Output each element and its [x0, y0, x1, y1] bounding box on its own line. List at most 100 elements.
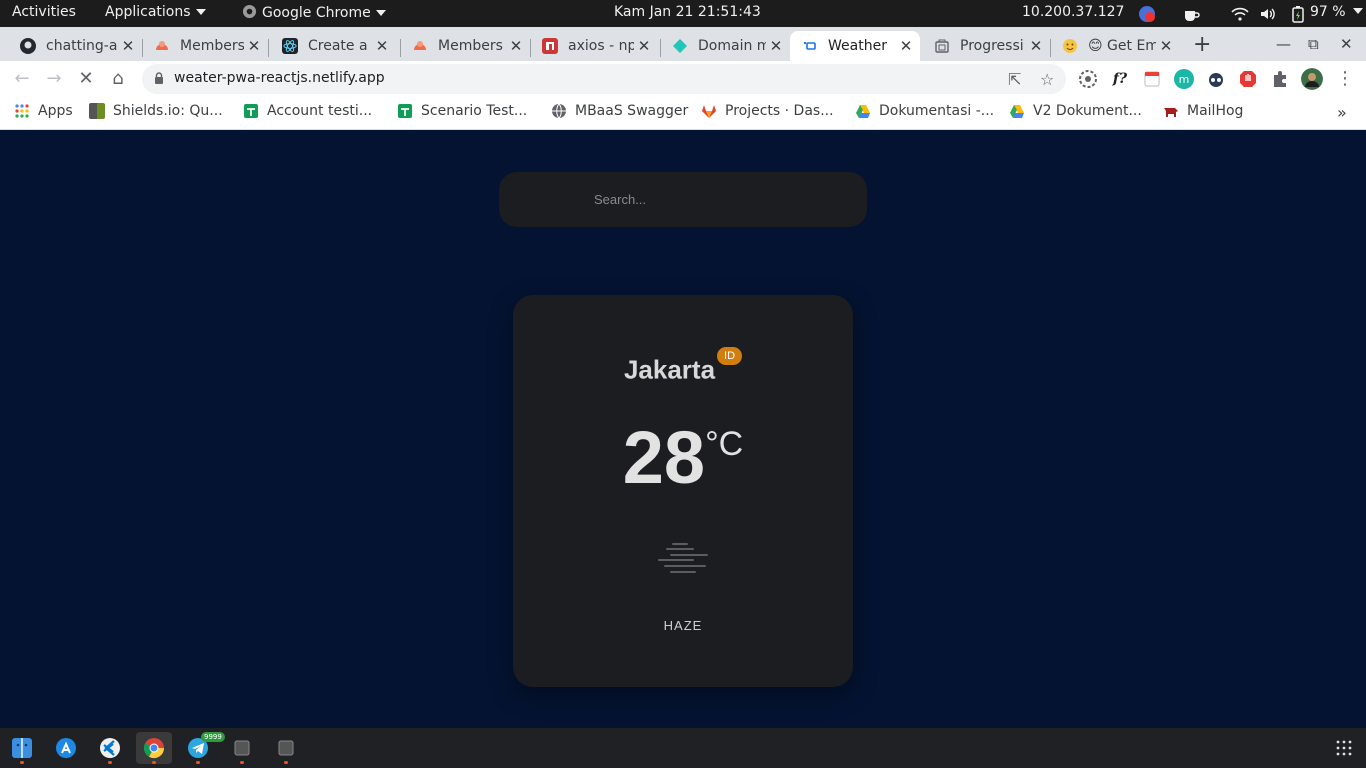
- battery-icon[interactable]: [1289, 5, 1307, 23]
- bookmark-label: MBaaS Swagger: [575, 103, 689, 119]
- ip-address-indicator[interactable]: 10.200.37.127: [1022, 4, 1124, 20]
- members-icon: [412, 38, 428, 54]
- mailhog-icon: [1164, 108, 1178, 117]
- bookmark-label: Account testi...: [267, 103, 373, 119]
- app-store-icon: [56, 738, 76, 758]
- close-icon[interactable]: ✕: [1026, 37, 1046, 55]
- chrome-app[interactable]: [136, 732, 172, 764]
- bookmarks-overflow-chevron-icon[interactable]: »: [1337, 103, 1347, 122]
- stop-loading-button[interactable]: ✕: [75, 68, 97, 90]
- caffeine-icon[interactable]: [1182, 5, 1200, 23]
- close-icon[interactable]: ✕: [1156, 37, 1176, 55]
- volume-icon[interactable]: [1259, 5, 1277, 23]
- close-icon[interactable]: ✕: [372, 37, 392, 55]
- drive-icon: [1010, 105, 1024, 118]
- wifi-icon[interactable]: [1231, 5, 1249, 23]
- forward-button[interactable]: →: [43, 68, 65, 90]
- address-bar[interactable]: weater-pwa-reactjs.netlify.app ⇱ ☆: [142, 64, 1066, 94]
- unread-count-badge: 9999: [201, 732, 225, 742]
- files-app[interactable]: [4, 732, 40, 764]
- spy-extension-icon[interactable]: [1206, 69, 1226, 89]
- tab-members-2[interactable]: Members ✕: [400, 31, 530, 61]
- close-icon[interactable]: ✕: [896, 37, 916, 55]
- sheets-icon: [398, 104, 412, 118]
- applications-label: Applications: [105, 4, 191, 20]
- globe-icon: [552, 103, 566, 119]
- activities-button[interactable]: Activities: [12, 4, 76, 20]
- settings-extension-icon[interactable]: [1078, 69, 1098, 89]
- tab-label: Create a N: [308, 38, 372, 54]
- close-icon[interactable]: ✕: [634, 37, 654, 55]
- open-in-app-icon[interactable]: ⇱: [1008, 70, 1021, 89]
- tab-label: Members: [180, 38, 244, 54]
- tab-progressive[interactable]: Progressi ✕: [922, 31, 1050, 61]
- chevron-down-icon: [375, 10, 386, 16]
- back-button[interactable]: ←: [11, 68, 33, 90]
- pwa-icon: [934, 38, 950, 54]
- close-icon[interactable]: ✕: [766, 37, 786, 55]
- bookmark-v2-dokumentasi[interactable]: V2 Dokument...: [1009, 103, 1142, 119]
- applications-menu[interactable]: Applications: [105, 4, 206, 20]
- close-icon[interactable]: ✕: [506, 37, 526, 55]
- url-text[interactable]: weater-pwa-reactjs.netlify.app: [174, 70, 385, 86]
- lock-icon[interactable]: [154, 72, 164, 84]
- tab-create-react[interactable]: Create a N✕: [270, 31, 396, 61]
- close-window-button[interactable]: ✕: [1340, 35, 1353, 53]
- app-grid-icon: [1336, 740, 1352, 756]
- shields-icon: [89, 103, 105, 119]
- github-icon: [20, 38, 36, 54]
- tab-label: Members: [438, 38, 503, 54]
- show-applications-button[interactable]: [1326, 732, 1362, 764]
- chrome-small-icon: [242, 4, 257, 19]
- close-icon[interactable]: ✕: [244, 37, 264, 55]
- bookmark-account-testing[interactable]: Account testi...: [243, 103, 372, 119]
- system-menu-caret[interactable]: [1348, 3, 1363, 19]
- mendeley-extension-icon[interactable]: m: [1174, 69, 1194, 89]
- tab-weather[interactable]: Weather ✕: [790, 31, 920, 61]
- bookmark-scenario-test[interactable]: Scenario Test...: [397, 103, 527, 119]
- bookmark-shields[interactable]: Shields.io: Qu...: [89, 103, 223, 119]
- tab-domain[interactable]: Domain m ✕: [660, 31, 790, 61]
- bookmark-mbaas-swagger[interactable]: MBaaS Swagger: [551, 103, 688, 119]
- weather-app-page: JakartaID 28°C HAZE: [0, 131, 1366, 728]
- temperature-value: 28: [622, 416, 706, 499]
- window-app-2[interactable]: [268, 732, 304, 764]
- record-indicator-icon[interactable]: [1138, 5, 1156, 23]
- bookmark-dokumentasi[interactable]: Dokumentasi -...: [855, 103, 994, 119]
- tab-members[interactable]: Members ✕: [142, 31, 268, 61]
- chevron-down-icon: [195, 9, 206, 15]
- bookmark-star-icon[interactable]: ☆: [1040, 70, 1054, 89]
- bookmark-mailhog[interactable]: MailHog: [1163, 103, 1243, 119]
- weather-card: Jakarta ID 28°C HAZE: [513, 295, 853, 687]
- minimize-button[interactable]: —: [1276, 35, 1291, 53]
- restore-button[interactable]: ⧉: [1308, 35, 1319, 53]
- clock[interactable]: Kam Jan 21 21:51:43: [614, 4, 761, 20]
- tab-strip: chatting-a✕ Members✕ Create a N✕ Members…: [0, 27, 1366, 61]
- bookmark-projects[interactable]: Projects · Das...: [701, 103, 834, 119]
- bookmark-apps[interactable]: Apps: [14, 103, 73, 119]
- app-menu-chrome[interactable]: Google Chrome: [242, 4, 386, 21]
- temperature: 28°C: [513, 415, 853, 500]
- close-icon[interactable]: ✕: [118, 37, 138, 55]
- chrome-menu-icon[interactable]: ⋮: [1334, 68, 1356, 90]
- tab-label: Weather: [828, 38, 887, 54]
- app-name: Google Chrome: [262, 5, 371, 21]
- bookmark-label: MailHog: [1187, 103, 1244, 119]
- telegram-app[interactable]: 9999: [180, 732, 225, 764]
- tab-axios[interactable]: axios - np ✕: [530, 31, 658, 61]
- tab-chatting[interactable]: chatting-a ✕: [8, 31, 142, 61]
- adblock-extension-icon[interactable]: [1238, 69, 1258, 89]
- vscode-app[interactable]: [92, 732, 128, 764]
- window-app[interactable]: [224, 732, 260, 764]
- city-heading: Jakarta ID: [513, 347, 853, 386]
- city-search-input[interactable]: [499, 172, 867, 227]
- app-store-app[interactable]: [48, 732, 84, 764]
- calendar-extension-icon[interactable]: [1142, 69, 1162, 89]
- new-tab-button[interactable]: +: [1193, 32, 1211, 57]
- profile-avatar[interactable]: [1301, 68, 1323, 90]
- extensions-puzzle-icon[interactable]: [1270, 69, 1290, 89]
- tab-get-emoji[interactable]: 😊 Get Em ✕: [1050, 31, 1180, 61]
- home-button[interactable]: ⌂: [107, 68, 129, 90]
- function-extension-icon[interactable]: f?: [1110, 69, 1130, 89]
- bookmark-label: V2 Dokument...: [1033, 103, 1142, 119]
